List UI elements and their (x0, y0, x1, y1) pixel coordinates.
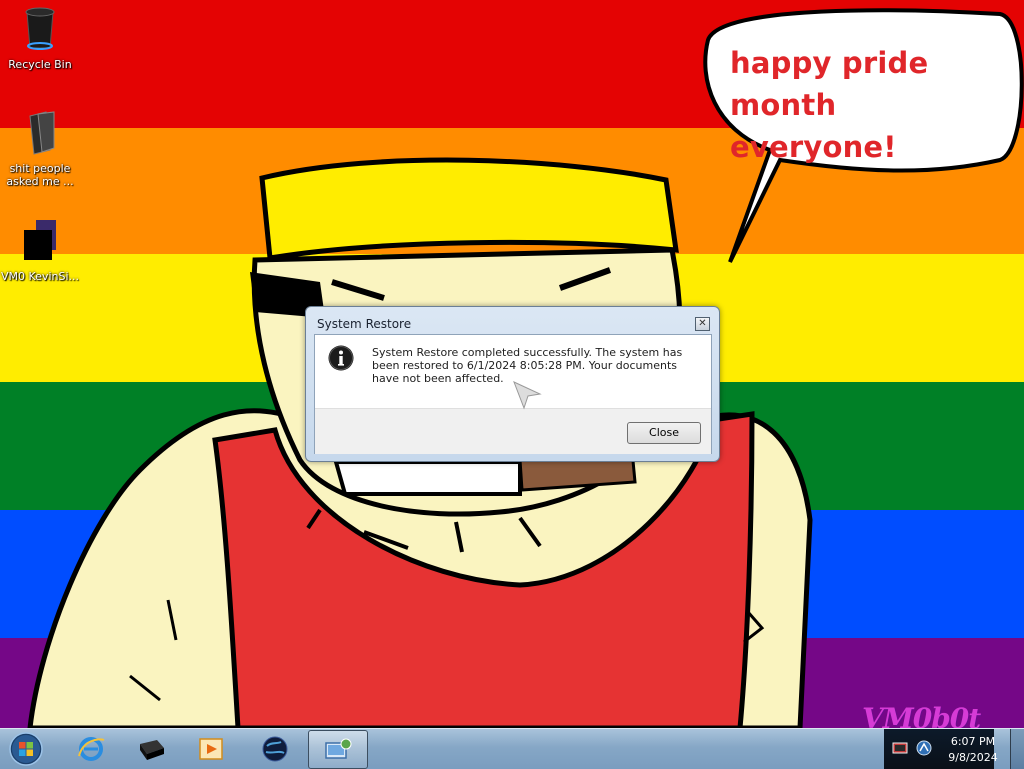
dialog-footer: Close (315, 408, 711, 454)
info-icon (328, 345, 354, 371)
close-button[interactable]: Close (627, 422, 701, 444)
internet-explorer-icon (78, 737, 105, 761)
mouse-cursor-icon (513, 381, 542, 410)
action-center-icon[interactable] (892, 740, 908, 756)
desktop-icon-label: VM0 KevinSi... (0, 270, 79, 283)
taskbar: 6:07 PM 9/8/2024 (0, 728, 1024, 769)
taskbar-item-media-player[interactable] (182, 730, 240, 767)
speech-line-2: everyone! (730, 130, 897, 164)
network-icon[interactable] (916, 740, 932, 756)
globe-app-icon (262, 736, 288, 762)
desktop-icon-vm0-kevin[interactable]: VM0 KevinSi... (0, 218, 80, 283)
taskbar-item-black-box[interactable] (122, 730, 180, 767)
desktop-icon-folder[interactable]: shit people asked me ... (0, 110, 80, 188)
folder-icon (29, 111, 55, 155)
clock-date[interactable]: 9/8/2024 (944, 751, 1002, 764)
taskbar-item-system-restore[interactable] (308, 730, 368, 769)
recycle-bin-icon (25, 7, 55, 50)
speech-bubble-text: happy pride month everyone! (730, 42, 1024, 168)
clock-time[interactable]: 6:07 PM (944, 735, 1002, 748)
taskbar-item-internet-explorer[interactable] (62, 730, 120, 767)
dialog-title: System Restore (317, 317, 412, 331)
desktop-icon-label: shit people asked me ... (6, 162, 74, 188)
system-restore-icon (325, 738, 352, 759)
black-box-app-icon (140, 740, 164, 760)
show-desktop-button[interactable] (1010, 729, 1024, 769)
taskbar-item-globe[interactable] (246, 730, 304, 767)
desktop-icon-label: Recycle Bin (8, 58, 72, 71)
start-button[interactable] (6, 731, 46, 767)
desktop-icon-recycle-bin[interactable]: Recycle Bin (0, 6, 80, 71)
media-player-icon (199, 738, 223, 760)
shortcut-icon (24, 220, 56, 260)
dialog-close-button[interactable]: ✕ (695, 317, 710, 331)
speech-line-1: happy pride month (730, 46, 929, 122)
